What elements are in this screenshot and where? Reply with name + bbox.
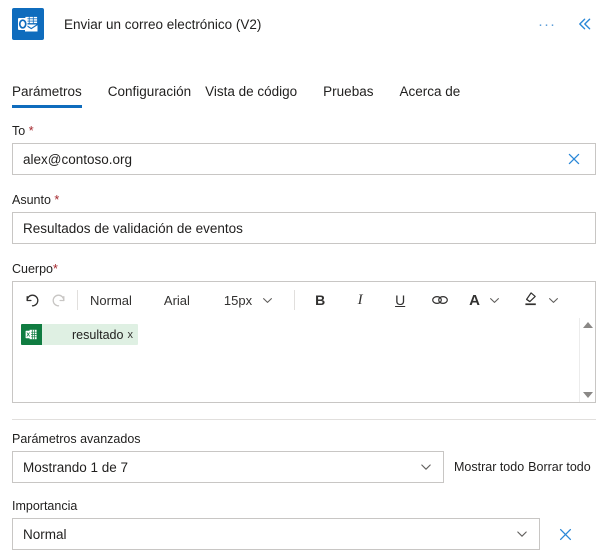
chevron-down-icon bbox=[417, 461, 435, 473]
font-size-dropdown[interactable]: 15px bbox=[220, 293, 280, 308]
card-header: Enviar un correo electrónico (V2) ··· bbox=[0, 0, 608, 48]
section-divider bbox=[12, 419, 596, 420]
field-to-row: alex@contoso.org bbox=[12, 143, 596, 175]
body-content-area[interactable]: X resultado x bbox=[13, 318, 579, 402]
field-advanced-label: Parámetros avanzados bbox=[12, 432, 141, 446]
excel-icon: X bbox=[21, 324, 42, 345]
chevron-down-icon bbox=[486, 295, 504, 306]
outlook-icon bbox=[12, 8, 44, 40]
more-options-icon[interactable]: ··· bbox=[536, 13, 558, 35]
show-all-button[interactable]: Mostrar todo bbox=[454, 451, 524, 483]
field-advanced: Parámetros avanzados Mostrando 1 de 7 Mo… bbox=[12, 432, 596, 483]
tab-vista-de-codigo[interactable]: Vista de código bbox=[205, 84, 297, 108]
bold-button[interactable]: B bbox=[307, 286, 333, 314]
highlight-color-dropdown[interactable] bbox=[518, 290, 567, 310]
tab-bar: Parámetros Configuración Vista de código… bbox=[0, 74, 608, 108]
undo-icon[interactable] bbox=[19, 286, 45, 314]
token-label: resultado bbox=[72, 327, 124, 342]
to-clear-icon[interactable] bbox=[559, 144, 589, 174]
font-size-value: 15px bbox=[223, 292, 253, 308]
italic-button[interactable]: I bbox=[347, 286, 373, 314]
field-body-label: Cuerpo* bbox=[12, 262, 58, 276]
subject-input[interactable]: Resultados de validación de eventos bbox=[12, 212, 596, 244]
collapse-chevron-icon[interactable] bbox=[574, 13, 596, 35]
to-input-value: alex@contoso.org bbox=[23, 151, 133, 167]
advanced-parameters-value: Mostrando 1 de 7 bbox=[23, 459, 129, 475]
underline-button[interactable]: U bbox=[387, 286, 413, 314]
body-rich-text-editor: Normal Arial 15px B I U A X resultado x bbox=[12, 281, 596, 403]
scroll-up-arrow-icon[interactable] bbox=[582, 322, 593, 328]
paragraph-style-dropdown[interactable]: Normal bbox=[84, 293, 138, 308]
importance-dropdown[interactable]: Normal bbox=[12, 518, 540, 550]
toolbar-separator bbox=[294, 290, 296, 310]
required-asterisk: * bbox=[28, 124, 34, 138]
required-asterisk: * bbox=[53, 262, 58, 276]
toolbar-separator bbox=[77, 290, 78, 310]
field-subject-row: Resultados de validación de eventos bbox=[12, 212, 596, 244]
editor-body[interactable]: X resultado x bbox=[13, 318, 595, 402]
to-input[interactable]: alex@contoso.org bbox=[12, 143, 596, 175]
body-scrollbar[interactable] bbox=[579, 318, 595, 402]
field-subject-label: Asunto * bbox=[12, 193, 60, 207]
tab-pruebas[interactable]: Pruebas bbox=[323, 84, 373, 108]
tab-acerca-de[interactable]: Acerca de bbox=[399, 84, 460, 108]
token-remove-icon[interactable]: x bbox=[127, 329, 138, 341]
field-importance-row: Normal bbox=[12, 518, 596, 550]
advanced-links: Mostrar todo Borrar todo bbox=[454, 451, 591, 483]
tab-parametros[interactable]: Parámetros bbox=[12, 84, 82, 108]
parameters-form: To * alex@contoso.org Asunto * Resultado… bbox=[0, 124, 608, 403]
font-color-icon: A bbox=[469, 291, 480, 309]
font-family-dropdown[interactable]: Arial bbox=[158, 293, 196, 308]
subject-input-value: Resultados de validación de eventos bbox=[23, 220, 243, 236]
svg-text:X: X bbox=[26, 332, 30, 338]
required-asterisk: * bbox=[54, 193, 60, 207]
redo-icon[interactable] bbox=[45, 286, 71, 314]
font-color-dropdown[interactable]: A bbox=[465, 292, 508, 309]
advanced-row: Mostrando 1 de 7 Mostrar todo Borrar tod… bbox=[12, 451, 596, 483]
scroll-down-arrow-icon[interactable] bbox=[582, 392, 593, 398]
dynamic-content-token[interactable]: X resultado x bbox=[21, 324, 138, 345]
chevron-down-icon bbox=[258, 295, 276, 306]
advanced-parameters-dropdown[interactable]: Mostrando 1 de 7 bbox=[12, 451, 444, 483]
field-importance-label: Importancia bbox=[12, 499, 78, 513]
chevron-down-icon bbox=[545, 295, 563, 306]
header-actions: ··· bbox=[536, 13, 596, 35]
field-to: To * alex@contoso.org bbox=[12, 124, 596, 175]
link-icon[interactable] bbox=[427, 286, 453, 314]
advanced-parameters-section: Parámetros avanzados Mostrando 1 de 7 Mo… bbox=[0, 432, 608, 550]
clear-all-button[interactable]: Borrar todo bbox=[528, 451, 591, 483]
importance-value: Normal bbox=[23, 526, 67, 542]
field-to-label: To * bbox=[12, 124, 34, 138]
field-subject: Asunto * Resultados de validación de eve… bbox=[12, 193, 596, 244]
field-body: Cuerpo* Normal Arial 15px B I U A X resu… bbox=[12, 262, 596, 403]
highlighter-icon bbox=[522, 290, 539, 310]
importance-clear-icon[interactable] bbox=[550, 519, 580, 549]
editor-toolbar: Normal Arial 15px B I U A bbox=[13, 282, 595, 318]
tab-configuracion[interactable]: Configuración bbox=[108, 84, 191, 108]
chevron-down-icon bbox=[513, 528, 531, 540]
field-importance: Importancia Normal bbox=[12, 499, 596, 550]
page-title: Enviar un correo electrónico (V2) bbox=[64, 16, 262, 32]
